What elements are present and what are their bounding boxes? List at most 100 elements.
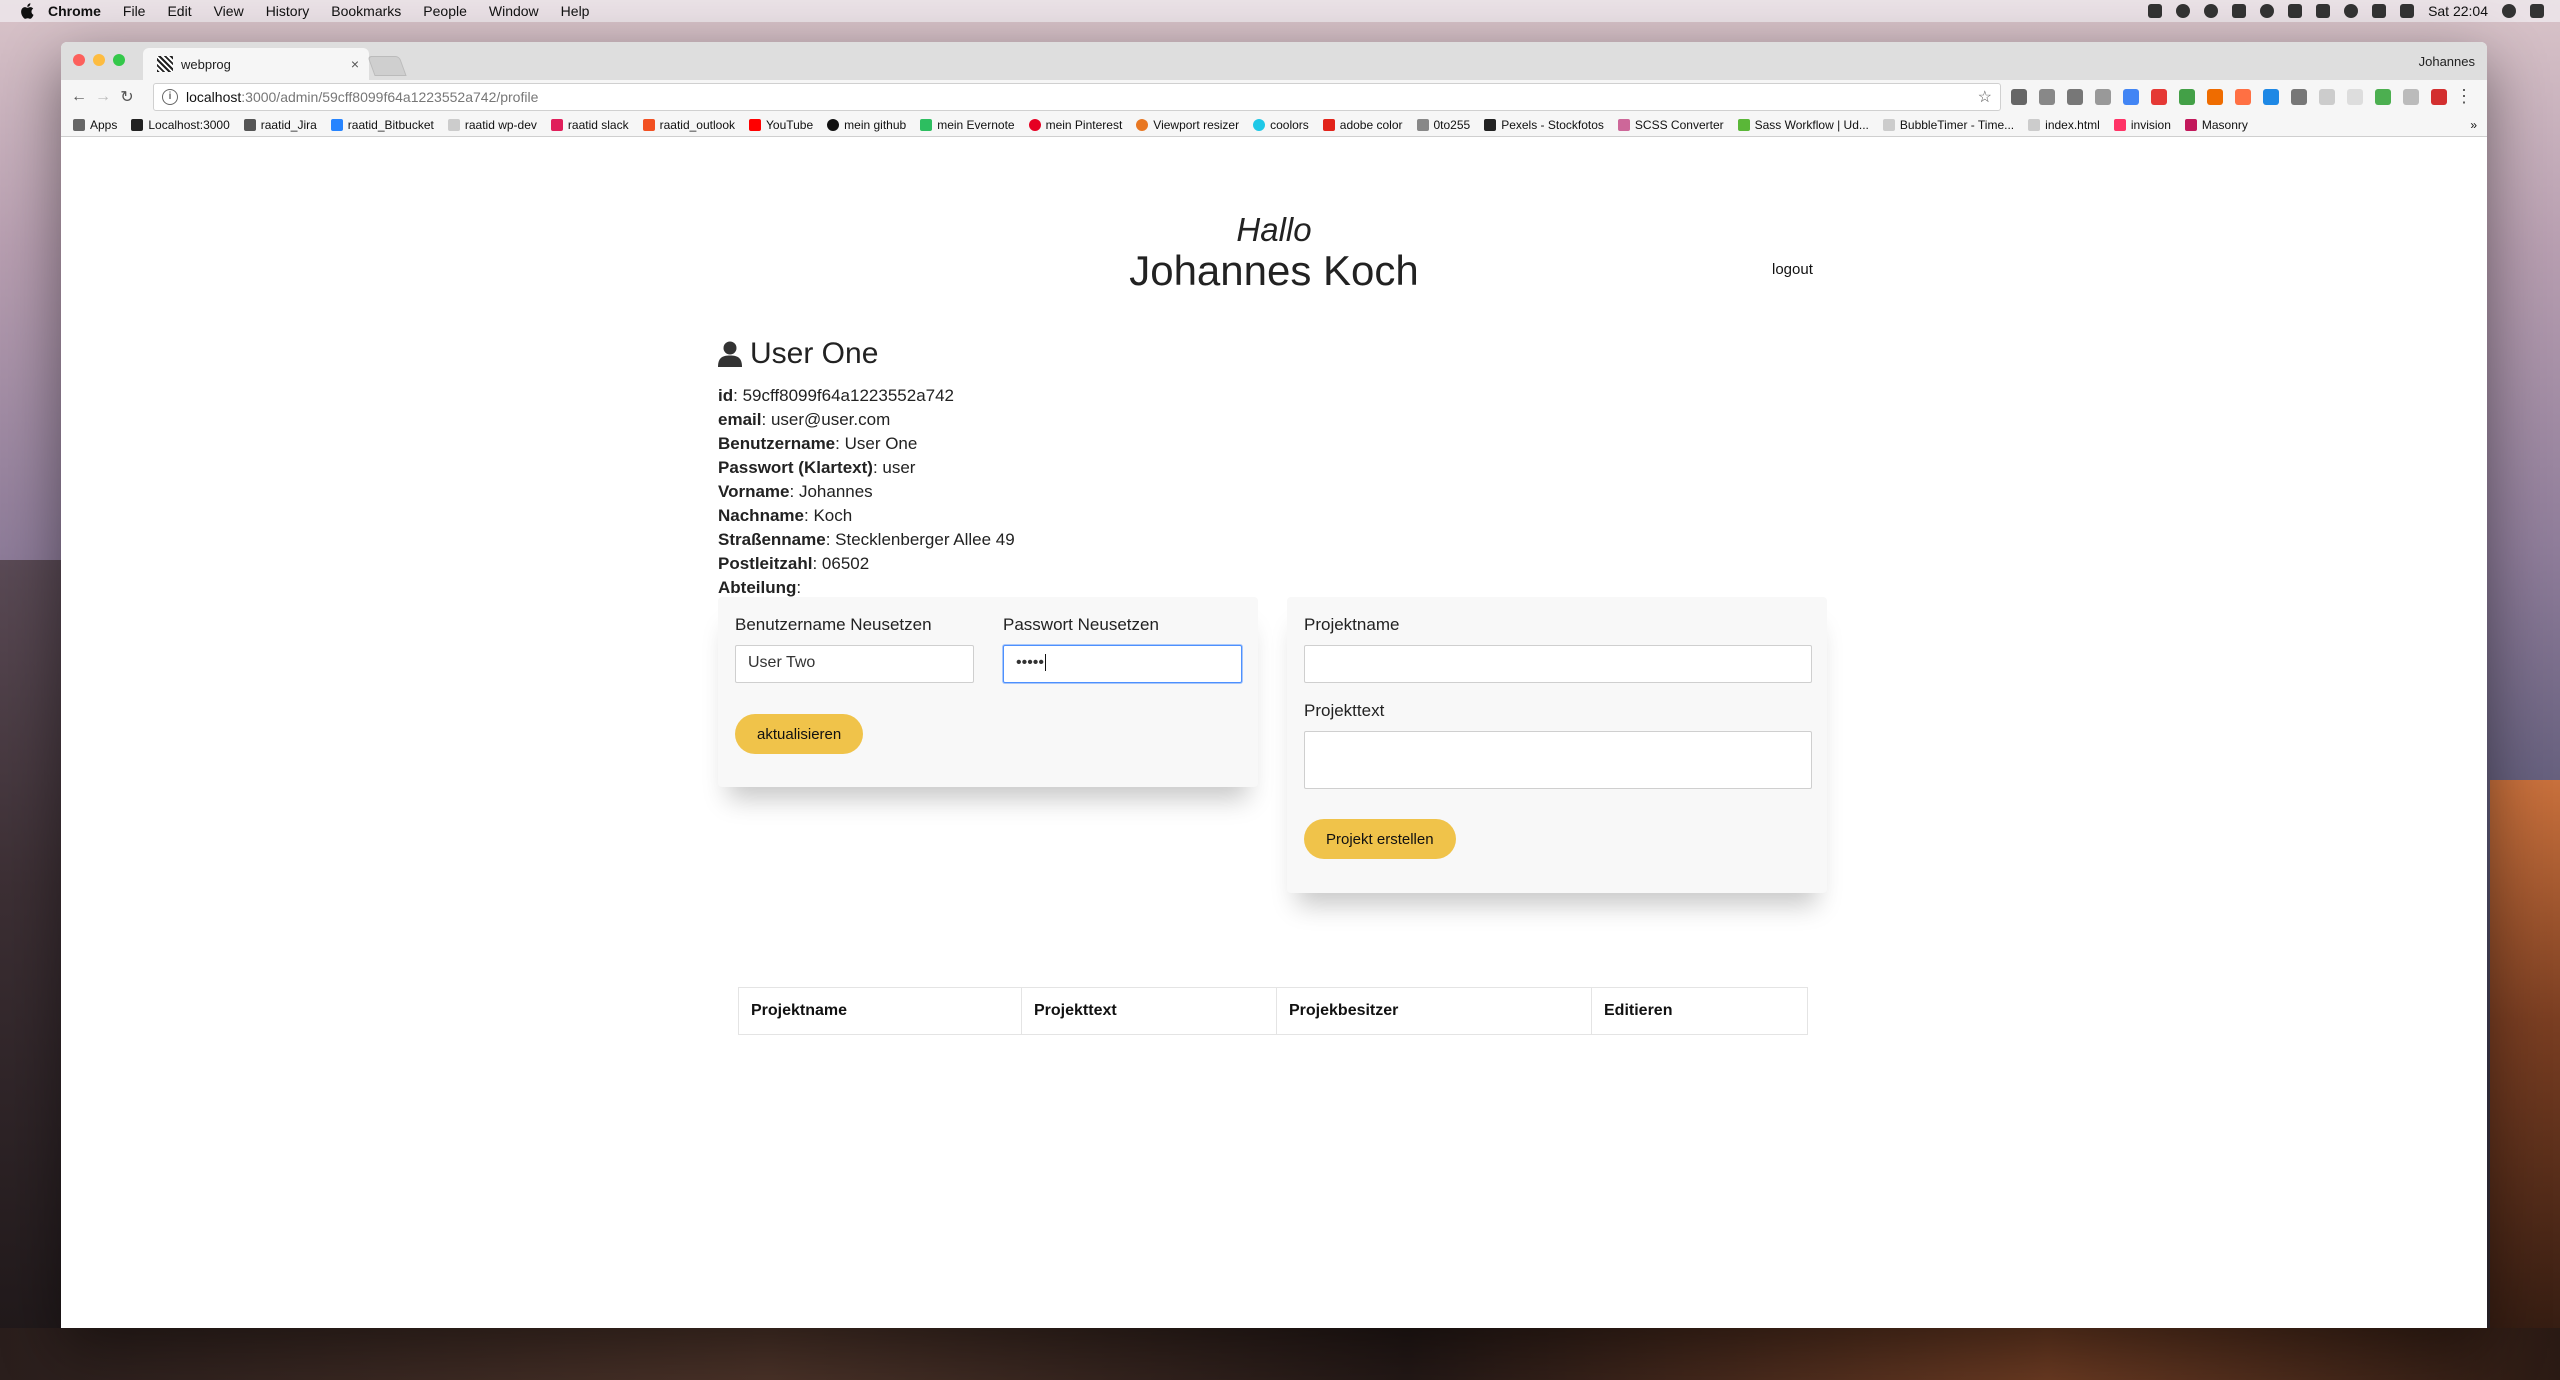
wallpaper-mountain-left (0, 560, 70, 1380)
menu-help[interactable]: Help (561, 3, 590, 19)
address-bar[interactable]: i localhost:3000/admin/59cff8099f64a1223… (153, 83, 2001, 111)
bookmark-index-html[interactable]: index.html (2028, 118, 2100, 132)
tray-record-icon[interactable] (2204, 4, 2219, 18)
bookmark-scss-converter[interactable]: SCSS Converter (1617, 118, 1724, 132)
tray-grid-icon[interactable] (2288, 4, 2303, 18)
extension-green-icon[interactable] (2179, 89, 2195, 105)
extension-link-icon[interactable] (2319, 89, 2335, 105)
extension-move-icon[interactable] (2067, 89, 2083, 105)
apple-icon[interactable] (20, 3, 34, 19)
browser-profile-button[interactable]: Johannes (2419, 54, 2475, 69)
project-name-input[interactable] (1304, 645, 1812, 683)
extension-blue-icon[interactable] (2263, 89, 2279, 105)
user-heading: User One (718, 337, 878, 371)
extension-un-icon[interactable] (2431, 89, 2447, 105)
tray-evernote-icon[interactable] (2232, 4, 2247, 18)
bookmark-label: adobe color (1339, 118, 1403, 132)
extension-chat-icon[interactable] (2011, 89, 2027, 105)
bookmark-pinterest[interactable]: mein Pinterest (1028, 118, 1122, 132)
detail-label: Passwort (Klartext) (718, 458, 873, 477)
browser-menu-icon[interactable]: ⋮ (2455, 86, 2473, 107)
bookmark-sass-workflow[interactable]: Sass Workflow | Ud... (1737, 118, 1869, 132)
detail-label: Nachname (718, 506, 804, 525)
logout-link[interactable]: logout (1772, 261, 1813, 278)
detail-label: email (718, 410, 762, 429)
reload-icon[interactable]: ↻ (115, 87, 139, 107)
bookmark-viewport-resizer[interactable]: Viewport resizer (1136, 118, 1239, 132)
tray-battery-icon[interactable] (2400, 4, 2415, 18)
extension-orange-icon[interactable] (2207, 89, 2223, 105)
detail-value: Stecklenberger Allee 49 (835, 530, 1015, 549)
extension-translate-icon[interactable] (2123, 89, 2139, 105)
bookmark-localhost[interactable]: Localhost:3000 (131, 118, 230, 132)
extension-shield-icon[interactable] (2291, 89, 2307, 105)
minimize-window-button[interactable] (93, 54, 105, 66)
forward-arrow-icon[interactable]: → (91, 88, 115, 106)
notification-center-icon[interactable] (2530, 4, 2544, 18)
extension-pin-icon[interactable] (2095, 89, 2111, 105)
bookmark-evernote[interactable]: mein Evernote (920, 118, 1015, 132)
create-project-button[interactable]: Projekt erstellen (1304, 819, 1456, 859)
menubar-clock[interactable]: Sat 22:04 (2428, 3, 2488, 19)
bookmark-outlook[interactable]: raatid_outlook (642, 118, 735, 132)
bookmark-label: BubbleTimer - Time... (1899, 118, 2015, 132)
bookmark-jira[interactable]: raatid_Jira (243, 118, 317, 132)
tray-creative-cloud-icon[interactable] (2176, 4, 2191, 18)
column-header-project-text: Projekttext (1021, 987, 1277, 1035)
wallpaper-mountain-right (2490, 780, 2560, 1380)
extension-check-icon[interactable] (2375, 89, 2391, 105)
extension-red-icon[interactable] (2151, 89, 2167, 105)
username-reset-input[interactable]: User Two (735, 645, 974, 683)
viewport-resizer-icon (1136, 119, 1149, 131)
tab-webprog[interactable]: webprog × (143, 48, 369, 80)
bookmark-invision[interactable]: invision (2113, 118, 2171, 132)
menu-window[interactable]: Window (489, 3, 539, 19)
maximize-window-button[interactable] (113, 54, 125, 66)
spotlight-search-icon[interactable] (2502, 4, 2516, 18)
bookmark-label: Masonry (2201, 118, 2248, 132)
tray-airplay-icon[interactable] (2372, 4, 2387, 18)
tray-bluetooth-icon[interactable] (2316, 4, 2331, 18)
column-header-project-name: Projektname (738, 987, 1022, 1035)
extension-filter-icon[interactable] (2403, 89, 2419, 105)
menu-people[interactable]: People (423, 3, 467, 19)
bookmark-youtube[interactable]: YouTube (749, 118, 813, 132)
bookmark-bitbucket[interactable]: raatid_Bitbucket (330, 118, 434, 132)
menu-bookmarks[interactable]: Bookmarks (331, 3, 401, 19)
project-text-textarea[interactable] (1304, 731, 1812, 789)
bookmark-pexels[interactable]: Pexels - Stockfotos (1484, 118, 1604, 132)
bookmark-label: coolors (1270, 118, 1309, 132)
menu-file[interactable]: File (123, 3, 146, 19)
tray-wifi-icon[interactable] (2344, 4, 2359, 18)
bookmark-masonry[interactable]: Masonry (2184, 118, 2248, 132)
bookmark-star-icon[interactable]: ☆ (1978, 87, 1992, 107)
bookmark-coolors[interactable]: coolors (1253, 118, 1309, 132)
menubar-tray: Sat 22:04 (2148, 3, 2560, 19)
menu-app-name[interactable]: Chrome (48, 3, 101, 19)
extension-camera-icon[interactable] (2039, 89, 2055, 105)
bookmark-wp-dev[interactable]: raatid wp-dev (447, 118, 537, 132)
bookmark-github[interactable]: mein github (827, 118, 906, 132)
user-details: id: 59cff8099f64a1223552a742 email: user… (718, 384, 1015, 600)
close-window-button[interactable] (73, 54, 85, 66)
detail-label: Straßenname (718, 530, 826, 549)
extension-blank-icon[interactable] (2347, 89, 2363, 105)
update-button[interactable]: aktualisieren (735, 714, 864, 754)
bookmark-bubbletimer[interactable]: BubbleTimer - Time... (1882, 118, 2015, 132)
site-info-icon[interactable]: i (162, 89, 178, 105)
tab-close-icon[interactable]: × (351, 56, 359, 72)
tray-cloud-icon[interactable] (2260, 4, 2275, 18)
bookmark-0to255[interactable]: 0to255 (1416, 118, 1470, 132)
new-tab-button[interactable] (367, 56, 407, 76)
bookmark-adobe-color[interactable]: adobe color (1322, 118, 1403, 132)
password-reset-input[interactable]: ••••• (1003, 645, 1242, 683)
extension-close-icon[interactable] (2235, 89, 2251, 105)
menu-history[interactable]: History (266, 3, 310, 19)
menu-view[interactable]: View (214, 3, 244, 19)
tray-checkbox-icon[interactable] (2148, 4, 2163, 18)
back-arrow-icon[interactable]: ← (67, 88, 91, 106)
bookmarks-overflow-chevron-icon[interactable]: » (2470, 118, 2477, 132)
bookmark-apps[interactable]: Apps (73, 118, 117, 132)
bookmark-slack[interactable]: raatid slack (550, 118, 629, 132)
menu-edit[interactable]: Edit (167, 3, 191, 19)
